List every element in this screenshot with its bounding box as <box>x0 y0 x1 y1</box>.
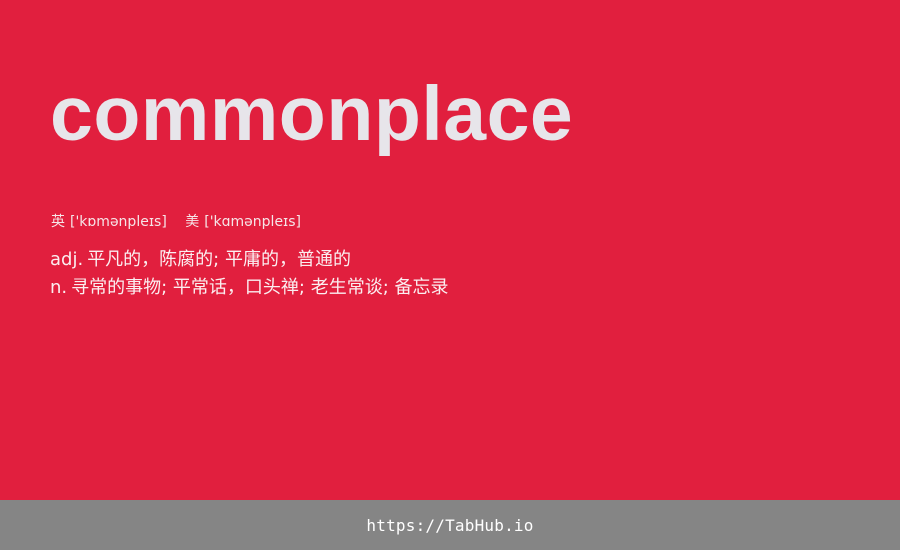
phonetic-us: 美 ['kɑmənpleɪs] <box>185 212 301 232</box>
phonetic-ipa-us: ['kɑmənpleɪs] <box>204 214 302 230</box>
definition-adj: adj. 平凡的，陈腐的; 平庸的，普通的 <box>50 246 449 274</box>
footer-link[interactable]: https://TabHub.io <box>366 516 533 535</box>
definition-text: 平凡的，陈腐的; 平庸的，普通的 <box>87 249 351 270</box>
phonetic-region-us: 美 <box>185 214 200 230</box>
phonetic-ipa-uk: ['kɒmənpleɪs] <box>70 214 167 230</box>
definitions: adj. 平凡的，陈腐的; 平庸的，普通的 n. 寻常的事物; 平常话，口头禅; 老… <box>50 246 449 302</box>
part-of-speech: n. <box>50 277 68 298</box>
definition-text: 寻常的事物; 平常话，口头禅; 老生常谈; 备忘录 <box>71 277 449 298</box>
definition-noun: n. 寻常的事物; 平常话，口头禅; 老生常谈; 备忘录 <box>50 274 449 302</box>
phonetic-uk: 英 ['kɒmənpleɪs] <box>51 212 167 232</box>
part-of-speech: adj. <box>50 249 84 270</box>
phonetics: 英 ['kɒmənpleɪs] 美 ['kɑmənpleɪs] <box>51 212 315 232</box>
phonetic-region-uk: 英 <box>51 214 65 230</box>
headword: commonplace <box>50 71 574 157</box>
word-card: commonplace 英 ['kɒmənpleɪs] 美 ['kɑmənpleɪs… <box>0 0 900 500</box>
footer-bar: https://TabHub.io <box>0 500 900 550</box>
